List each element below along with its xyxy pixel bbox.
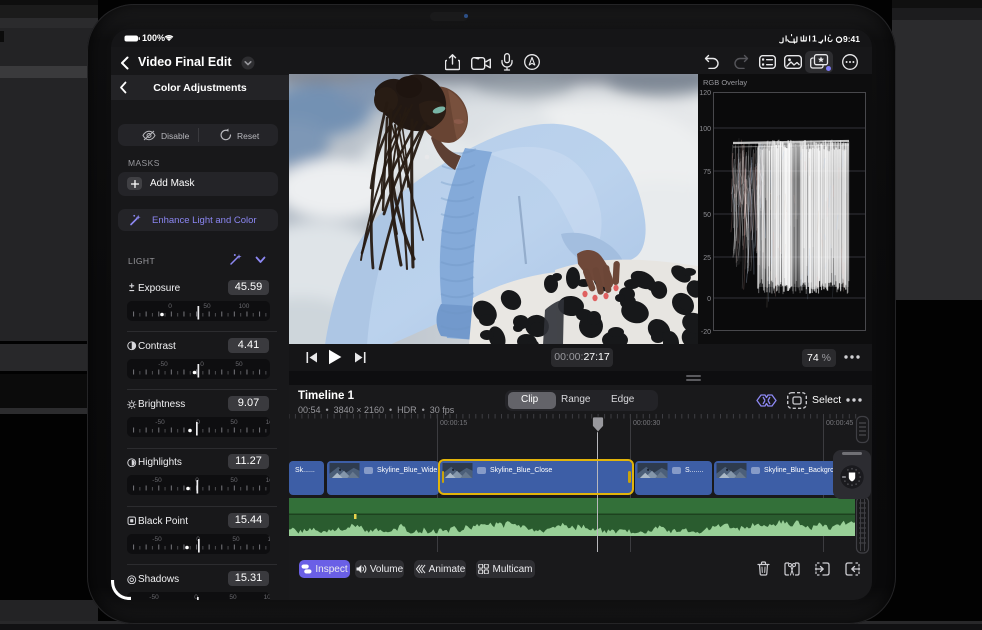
svg-text:75: 75 bbox=[703, 169, 711, 176]
svg-text:00:00:45: 00:00:45 bbox=[826, 420, 853, 427]
svg-text:00:00:30: 00:00:30 bbox=[633, 420, 660, 427]
svg-text:25: 25 bbox=[703, 255, 711, 262]
svg-text:0: 0 bbox=[707, 296, 711, 303]
svg-text:120: 120 bbox=[699, 90, 711, 97]
svg-text:1: 1 bbox=[812, 33, 817, 43]
svg-text:9:41: 9:41 bbox=[843, 34, 860, 44]
svg-text:-20: -20 bbox=[701, 329, 711, 336]
svg-text:100: 100 bbox=[699, 126, 711, 133]
svg-text:50: 50 bbox=[703, 212, 711, 219]
svg-text:00:00:15: 00:00:15 bbox=[440, 420, 467, 427]
